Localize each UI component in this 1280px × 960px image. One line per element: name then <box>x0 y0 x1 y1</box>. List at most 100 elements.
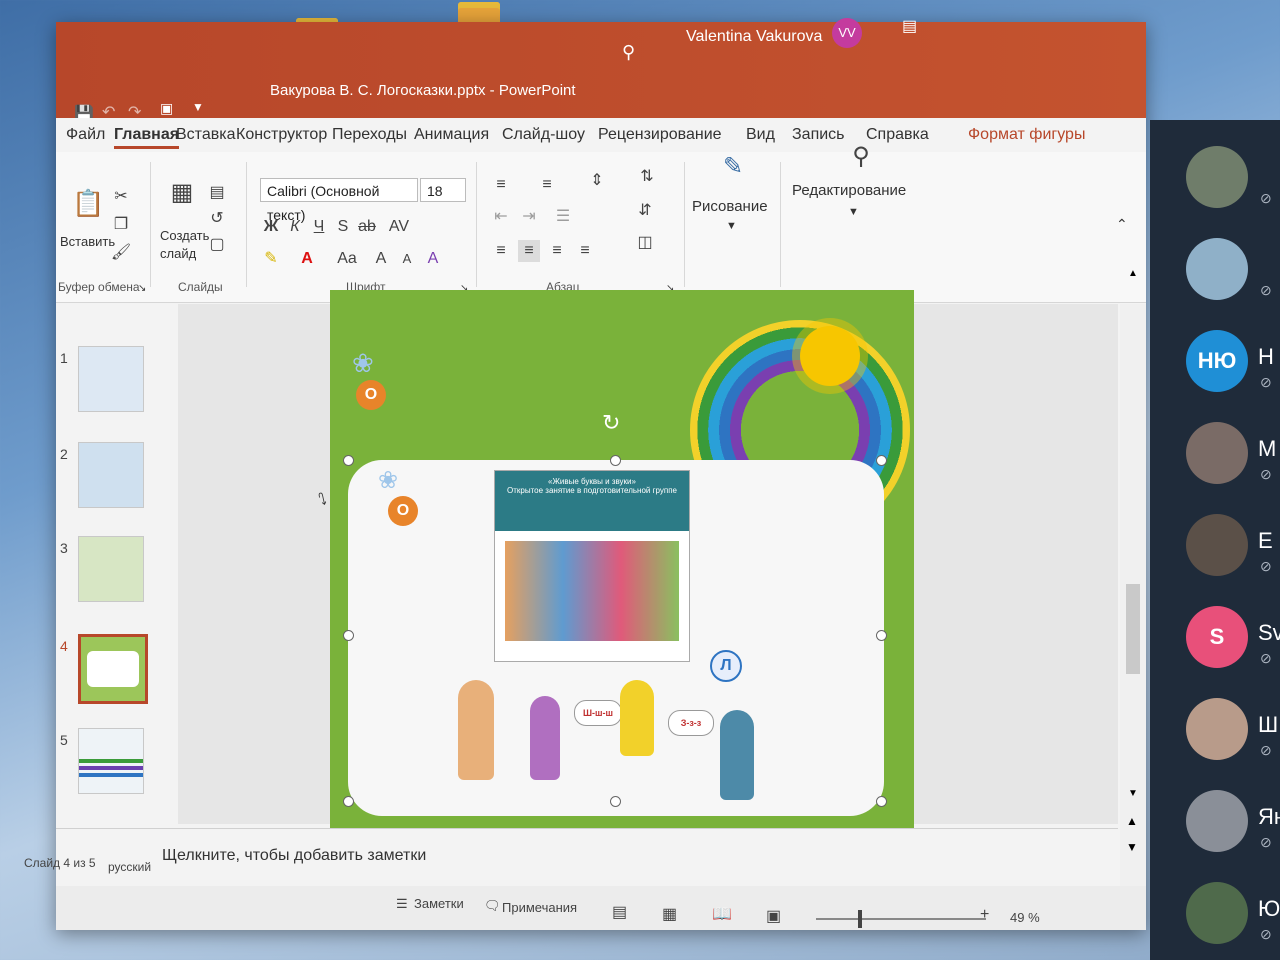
comments-icon[interactable]: 🗨 <box>484 898 501 914</box>
collapse-ribbon-icon[interactable]: ⌃ <box>1116 216 1128 233</box>
reset-icon[interactable]: ↺ <box>206 208 228 230</box>
notes-placeholder[interactable]: Щелкните, чтобы добавить заметки <box>162 847 426 865</box>
slideshow-icon[interactable]: ▣ <box>766 906 781 926</box>
present-icon[interactable]: ▣ <box>160 100 173 117</box>
grow-font-button[interactable]: A <box>370 248 392 270</box>
tab-animations[interactable]: Анимация <box>414 126 489 144</box>
tab-review[interactable]: Рецензирование <box>598 126 722 144</box>
zoom-level[interactable]: 49 % <box>1010 910 1040 925</box>
ribbon-display-icon[interactable]: ▤ <box>902 16 917 36</box>
italic-button[interactable]: К <box>284 216 306 238</box>
selection-handle[interactable] <box>343 796 354 807</box>
drawing-chevron-icon[interactable]: ▼ <box>726 220 737 232</box>
tab-transitions[interactable]: Переходы <box>332 126 407 144</box>
font-name-combo[interactable]: Calibri (Основной текст) <box>260 178 418 223</box>
layout-icon[interactable]: ▤ <box>206 182 228 204</box>
decrease-indent-icon[interactable]: ⇤ <box>490 206 512 228</box>
align-left-icon[interactable]: ≡ <box>490 240 512 262</box>
vertical-scrollbar[interactable]: ▲ ▼ ▲ ▼ <box>1120 268 1146 886</box>
text-direction-icon[interactable]: ⇵ <box>634 200 656 222</box>
tab-shape-format[interactable]: Формат фигуры <box>968 126 1085 144</box>
participant-avatar[interactable] <box>1186 238 1248 300</box>
line-spacing-icon[interactable]: ⇕ <box>586 170 608 192</box>
search-icon[interactable]: ⚲ <box>622 42 635 63</box>
reading-view-icon[interactable]: 📖 <box>712 904 732 924</box>
zoom-slider[interactable] <box>816 910 986 928</box>
strikethrough-button[interactable]: ab <box>356 216 378 238</box>
tab-insert[interactable]: Вставка <box>176 126 235 144</box>
selection-handle[interactable] <box>876 630 887 641</box>
bold-button[interactable]: Ж <box>260 216 282 238</box>
rotate-handle-icon[interactable]: ↻ <box>602 410 620 436</box>
numbering-icon[interactable]: ≡ <box>536 174 558 196</box>
selection-handle[interactable] <box>343 455 354 466</box>
participant-avatar[interactable] <box>1186 790 1248 852</box>
customize-qat-icon[interactable]: ▼ <box>192 100 204 114</box>
copy-icon[interactable]: ❐ <box>110 214 132 236</box>
underline-button[interactable]: Ч <box>308 216 330 238</box>
user-name[interactable]: Valentina Vakurova <box>686 28 822 46</box>
align-center-icon[interactable]: ≡ <box>518 240 540 262</box>
clear-format-icon[interactable]: A <box>422 248 444 270</box>
notes-toggle[interactable]: Заметки <box>414 896 464 911</box>
scroll-thumb[interactable] <box>1126 584 1140 674</box>
columns-icon[interactable]: ☰ <box>552 206 574 228</box>
drawing-icon[interactable]: ✎ <box>718 155 748 186</box>
cut-icon[interactable]: ✂ <box>110 186 132 208</box>
current-slide[interactable]: ❀ О ❀ О «Живые буквы и звуки» Открытое з… <box>330 290 914 830</box>
clipboard-launcher-icon[interactable]: ↘ <box>138 283 146 294</box>
tab-file[interactable]: Файл <box>66 126 105 144</box>
selection-handle[interactable] <box>343 630 354 641</box>
scroll-down-icon[interactable]: ▼ <box>1128 788 1138 799</box>
participant-avatar[interactable]: S <box>1186 606 1248 668</box>
slide-sorter-icon[interactable]: ▦ <box>662 904 677 924</box>
justify-icon[interactable]: ≡ <box>574 240 596 262</box>
format-painter-icon[interactable]: 🖌 <box>110 242 132 264</box>
embedded-picture[interactable]: «Живые буквы и звуки» Открытое занятие в… <box>494 470 690 662</box>
slide-thumbnail[interactable] <box>78 536 144 602</box>
paste-icon[interactable]: 📋 <box>72 190 104 226</box>
section-icon[interactable]: ▢ <box>206 234 228 256</box>
participant-avatar[interactable] <box>1186 422 1248 484</box>
shadow-button[interactable]: S <box>332 216 354 238</box>
align-right-icon[interactable]: ≡ <box>546 240 568 262</box>
normal-view-icon[interactable]: ▤ <box>612 902 627 922</box>
tab-help[interactable]: Справка <box>866 126 929 144</box>
zoom-slider-thumb[interactable] <box>858 910 862 928</box>
shrink-font-button[interactable]: A <box>396 248 418 270</box>
participant-avatar[interactable] <box>1186 146 1248 208</box>
font-size-combo[interactable]: 18 <box>420 178 466 202</box>
tab-home[interactable]: Главная <box>114 126 180 149</box>
participant-avatar[interactable] <box>1186 882 1248 944</box>
participant-avatar[interactable] <box>1186 514 1248 576</box>
slide-thumbnail[interactable] <box>78 442 144 508</box>
comments-toggle[interactable]: Примечания <box>502 900 577 915</box>
tab-view[interactable]: Вид <box>746 126 775 144</box>
editing-search-icon[interactable]: ⚲ <box>846 145 876 176</box>
new-slide-label[interactable]: Создать <box>160 228 209 243</box>
selection-handle[interactable] <box>876 796 887 807</box>
bullets-icon[interactable]: ≡ <box>490 174 512 196</box>
user-avatar[interactable]: VV <box>832 18 862 48</box>
scroll-up-icon[interactable]: ▲ <box>1128 268 1138 279</box>
new-slide-icon[interactable]: ▦ <box>166 181 198 216</box>
selection-handle[interactable] <box>610 455 621 466</box>
slide-thumbnail-selected[interactable] <box>78 634 148 704</box>
sort-icon[interactable]: ⇅ <box>636 166 658 188</box>
zoom-in-icon[interactable]: + <box>980 906 989 924</box>
notes-icon[interactable]: ☰ <box>396 896 408 912</box>
drawing-label[interactable]: Рисование <box>692 198 768 215</box>
tab-design[interactable]: Конструктор <box>236 126 327 144</box>
editing-chevron-icon[interactable]: ▼ <box>848 206 859 218</box>
selection-handle[interactable] <box>876 455 887 466</box>
language-indicator[interactable]: русский <box>108 860 151 874</box>
highlight-icon[interactable]: ✎ <box>260 248 282 270</box>
smartart-icon[interactable]: ◫ <box>634 232 656 254</box>
next-slide-icon[interactable]: ▼ <box>1126 840 1138 854</box>
slide-thumbnail[interactable] <box>78 728 144 794</box>
change-case-button[interactable]: Aa <box>332 248 362 270</box>
notes-pane[interactable]: Щелкните, чтобы добавить заметки <box>56 828 1118 887</box>
new-slide-label-2[interactable]: слайд <box>160 246 196 261</box>
participant-avatar[interactable] <box>1186 698 1248 760</box>
selection-handle[interactable] <box>610 796 621 807</box>
